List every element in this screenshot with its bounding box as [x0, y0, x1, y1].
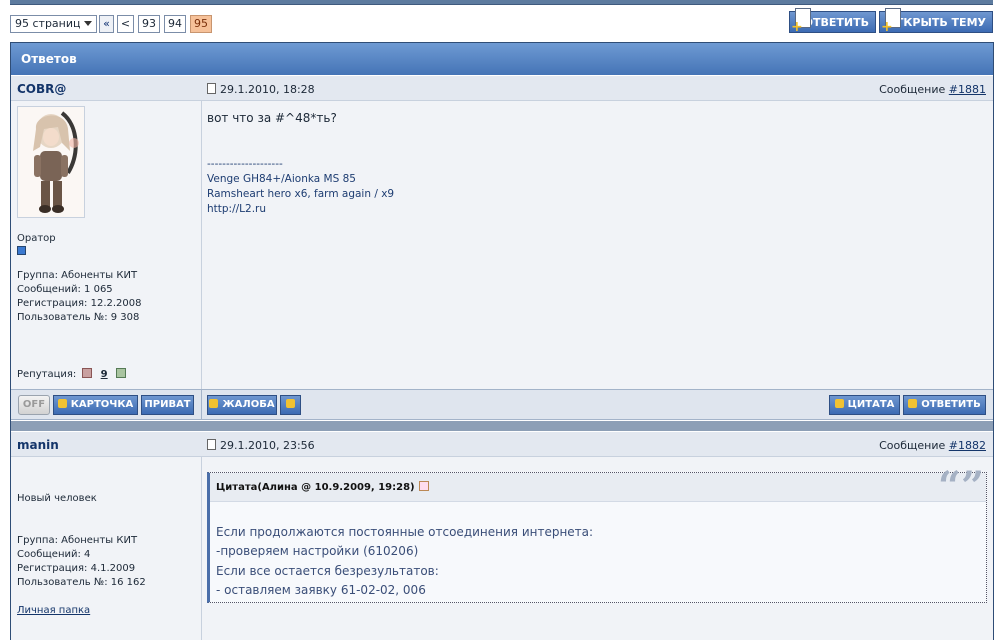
post-icon: [207, 83, 216, 94]
offline-status: OFF: [18, 395, 50, 415]
post-date: 29.1.2010, 18:28: [207, 83, 315, 96]
quote-line: - оставляем заявку 61-02-02, 006: [216, 583, 426, 597]
user-group: Группа: Абоненты КИТ: [17, 535, 138, 546]
quote-title: Цитата(Алина @ 10.9.2009, 19:28): [216, 481, 429, 493]
post-author[interactable]: COBR@: [17, 82, 66, 96]
signature-link[interactable]: http://L2.ru: [207, 202, 266, 217]
reply-button-top[interactable]: ОТВЕТИТЬ: [789, 8, 876, 34]
private-message-button[interactable]: ПРИВАТ: [141, 395, 194, 415]
signature-line: Venge GH84+/Aionka MS 85: [207, 173, 356, 185]
post-icon: [207, 439, 216, 450]
user-group: Группа: Абоненты КИТ: [17, 270, 138, 281]
user-icon: [57, 399, 67, 408]
first-page-link[interactable]: «: [99, 15, 114, 33]
reputation: Репутация: 9: [17, 368, 126, 382]
quote-button[interactable]: ЦИТАТА: [829, 395, 900, 415]
quote-line: Если все остается безрезультатов:: [216, 564, 439, 578]
reputation-value[interactable]: 9: [101, 369, 108, 380]
new-document-icon: [791, 8, 811, 34]
quote-block: Цитата(Алина @ 10.9.2009, 19:28) “” Если…: [207, 467, 987, 603]
report-button[interactable]: ЖАЛОБА: [207, 395, 277, 415]
profile-card-label: КАРТОЧКА: [70, 399, 134, 410]
pages-select[interactable]: 95 страниц: [10, 15, 97, 33]
reply-button[interactable]: ОТВЕТИТЬ: [903, 395, 986, 415]
user-messages: Сообщений: 1 065: [17, 284, 113, 295]
quote-line: -проверяем настройки (610206): [216, 544, 419, 558]
post-date-text: 29.1.2010, 18:28: [220, 83, 315, 96]
profile-card-button[interactable]: КАРТОЧКА: [53, 395, 138, 415]
post-header: [11, 432, 993, 457]
avatar: [17, 106, 85, 218]
page-link-94[interactable]: 94: [164, 15, 186, 33]
user-number: Пользователь №: 16 162: [17, 577, 146, 588]
warning-icon: [209, 399, 219, 408]
post-number-label: Сообщение: [879, 83, 946, 96]
quote-label: ЦИТАТА: [847, 399, 895, 410]
post-text: вот что за #^48*ть?: [207, 111, 337, 125]
user-rank: Оратор: [17, 233, 56, 244]
pages-select-label: 95 страниц: [15, 17, 81, 30]
quote-icon: [908, 399, 918, 408]
new-topic-button[interactable]: ОТКРЫТЬ ТЕМУ: [879, 8, 993, 34]
reputation-label: Репутация:: [17, 369, 77, 380]
current-page: 95: [190, 15, 212, 33]
user-number: Пользователь №: 9 308: [17, 312, 140, 323]
section-title: Ответов: [11, 43, 993, 75]
user-messages: Сообщений: 4: [17, 549, 91, 560]
go-to-quote-icon[interactable]: [418, 481, 429, 491]
post-number: Сообщение #1882: [879, 439, 986, 452]
quote-title-text: Цитата(Алина @ 10.9.2009, 19:28): [216, 482, 415, 493]
post-author[interactable]: manin: [17, 438, 59, 452]
rank-pip-icon: [17, 246, 26, 255]
reply-button-top-label: ОТВЕТИТЬ: [803, 16, 869, 29]
plus-icon: [834, 399, 844, 408]
signature-separator: --------------------: [207, 158, 283, 170]
post-number-link[interactable]: #1882: [949, 439, 986, 452]
reputation-minus-icon[interactable]: [82, 368, 93, 378]
prev-page-link[interactable]: <: [117, 15, 134, 33]
avatar-image: [33, 111, 79, 213]
user-rank: Новый человек: [17, 493, 97, 504]
post-header: [11, 76, 993, 101]
post-number-label: Сообщение: [879, 439, 946, 452]
reply-label: ОТВЕТИТЬ: [921, 399, 981, 410]
quote-marks-icon: “”: [937, 463, 984, 510]
reputation-plus-icon[interactable]: [115, 368, 126, 378]
user-registered: Регистрация: 12.2.2008: [17, 298, 142, 309]
quote-header: Цитата(Алина @ 10.9.2009, 19:28) “”: [210, 467, 986, 507]
new-topic-icon: [881, 8, 901, 34]
post-date: 29.1.2010, 23:56: [207, 439, 315, 452]
post-date-text: 29.1.2010, 23:56: [220, 439, 315, 452]
post-number: Сообщение #1881: [879, 83, 986, 96]
new-topic-button-label: ОТКРЫТЬ ТЕМУ: [886, 16, 986, 29]
page-link-93[interactable]: 93: [138, 15, 160, 33]
quote-line: Если продолжаются постоянные отсоединени…: [216, 525, 594, 539]
signature-line: Ramsheart hero x6, farm again / x9: [207, 188, 395, 200]
arrow-up-icon: [286, 399, 295, 408]
personal-folder-link[interactable]: Личная папка: [17, 605, 90, 616]
post-divider: [11, 421, 993, 431]
top-strip: [10, 0, 993, 5]
chevron-down-icon: [83, 21, 92, 26]
report-label: ЖАЛОБА: [222, 399, 275, 410]
user-registered: Регистрация: 4.1.2009: [17, 563, 136, 574]
scroll-top-button[interactable]: [280, 395, 301, 415]
post-number-link[interactable]: #1881: [949, 83, 986, 96]
post-body: [202, 101, 993, 389]
